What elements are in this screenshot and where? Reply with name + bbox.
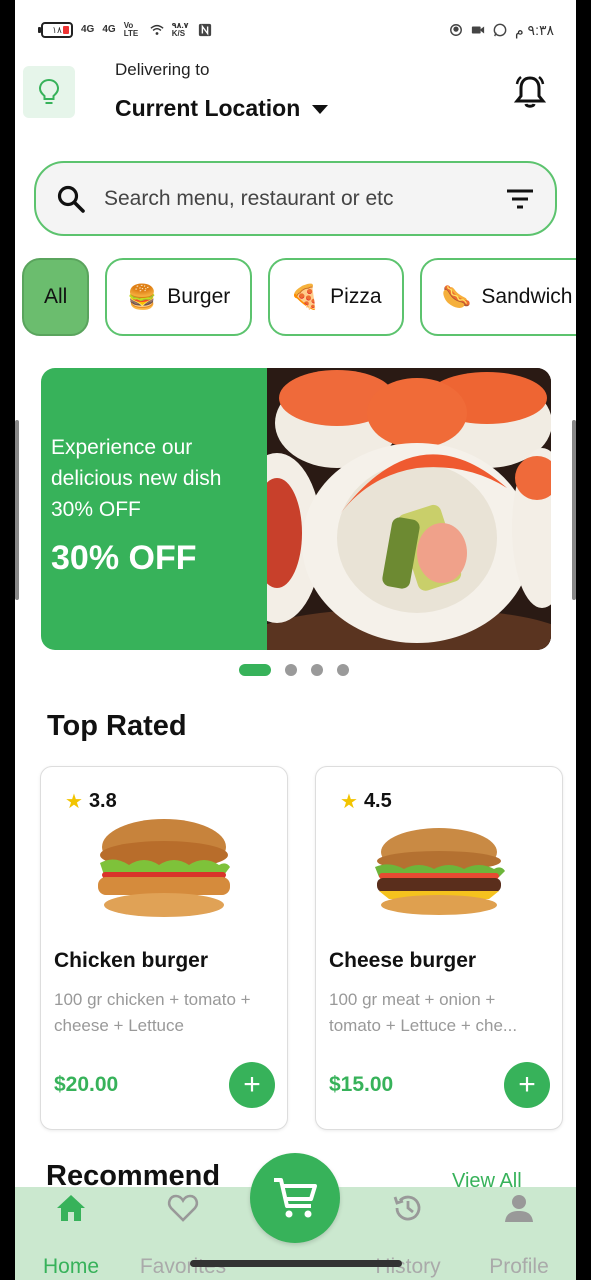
product-name: Cheese burger	[329, 949, 477, 972]
category-label: Pizza	[330, 285, 382, 308]
category-chips: All 🍔 Burger 🍕 Pizza 🌭 Sandwich	[22, 258, 576, 336]
video-icon	[471, 26, 485, 34]
sushi-image	[232, 368, 551, 650]
product-price: $20.00	[54, 1073, 119, 1096]
hotdog-icon: 🌭	[441, 283, 472, 311]
carousel-dot-active[interactable]	[239, 664, 271, 676]
nav-home[interactable]: Home	[21, 1187, 121, 1280]
product-description: 100 gr chicken + tomato + cheese + Lettu…	[54, 990, 251, 1035]
status-left: ١٨ 4G 4G Vo LTE ٩٨.٧ K/S	[38, 21, 212, 38]
volte-icon: Vo LTE	[123, 21, 139, 38]
top-rated-title: Top Rated	[47, 710, 187, 742]
home-icon	[57, 1195, 85, 1221]
battery-icon: ١٨	[38, 22, 73, 38]
signal-1-icon: 4G	[81, 24, 95, 35]
add-to-cart-button[interactable]: +	[229, 1062, 275, 1108]
carousel-indicator	[239, 664, 349, 676]
cart-button[interactable]	[250, 1153, 340, 1243]
product-description: 100 gr meat + onion + tomato + Lettuce +…	[329, 990, 518, 1035]
carousel-prev-peek	[15, 420, 19, 600]
banner-text: Experience our delicious new dish 30% OF…	[51, 436, 222, 521]
filter-icon[interactable]	[505, 187, 535, 211]
chevron-down-icon	[312, 105, 329, 114]
category-chip-burger[interactable]: 🍔 Burger	[105, 258, 253, 336]
history-icon	[393, 1195, 421, 1221]
cheese-burger-image	[375, 828, 505, 915]
whatsapp-icon	[493, 23, 507, 37]
star-icon: ★	[340, 791, 358, 813]
nav-label: History	[375, 1255, 441, 1278]
nfc-icon	[198, 23, 211, 37]
category-label: Burger	[167, 285, 231, 308]
carousel-dot[interactable]	[337, 664, 349, 676]
bell-icon[interactable]	[513, 74, 547, 110]
search-icon	[57, 185, 85, 213]
pizza-icon: 🍕	[290, 283, 321, 311]
carousel-dot[interactable]	[311, 664, 323, 676]
banner-discount: 30% OFF	[51, 539, 197, 577]
carousel-dot[interactable]	[285, 664, 297, 676]
delivering-label: Delivering to	[115, 60, 210, 79]
category-label: All	[44, 285, 68, 308]
location-selector[interactable]: Current Location	[115, 95, 329, 122]
rating-value: 4.5	[363, 790, 392, 812]
product-price: $15.00	[329, 1073, 394, 1096]
app-screen: ١٨ 4G 4G Vo LTE ٩٨.٧ K/S ٩:٣٨ م Deliveri…	[15, 0, 576, 1280]
category-chip-all[interactable]: All	[22, 258, 90, 336]
star-icon: ★	[65, 791, 83, 813]
heart-icon	[167, 1194, 199, 1222]
nav-label: Profile	[489, 1255, 549, 1278]
category-chip-pizza[interactable]: 🍕 Pizza	[268, 258, 404, 336]
add-to-cart-button[interactable]: +	[504, 1062, 550, 1108]
location-button[interactable]	[23, 66, 75, 118]
carousel-next-peek	[572, 420, 576, 600]
chicken-burger-image	[98, 819, 230, 917]
battery-level: ١٨	[52, 24, 62, 35]
search-bar	[34, 161, 557, 236]
nav-label: Favorites	[139, 1255, 227, 1278]
category-chip-sandwich[interactable]: 🌭 Sandwich	[419, 258, 576, 336]
net-speed: ٩٨.٧ K/S	[171, 21, 189, 38]
sushi-illustration	[232, 368, 551, 650]
product-card-chicken-burger[interactable]: ★ 3.8 Chicken burger 100 gr chicken + to…	[40, 766, 288, 1130]
nav-label: Home	[42, 1255, 100, 1278]
search-input[interactable]	[104, 186, 505, 211]
wifi-icon	[150, 24, 164, 35]
signal-2-icon: 4G	[102, 24, 116, 35]
person-icon	[505, 1195, 533, 1222]
promo-banner[interactable]: Experience our delicious new dish 30% OF…	[41, 368, 551, 650]
location-title: Current Location	[115, 95, 301, 121]
home-indicator[interactable]	[190, 1260, 402, 1267]
product-name: Chicken burger	[54, 949, 209, 972]
cart-icon	[274, 1178, 317, 1218]
clock: ٩:٣٨ م	[514, 21, 554, 38]
banner-text-panel: Experience our delicious new dish 30% OF…	[41, 368, 267, 650]
plus-icon: +	[243, 1068, 261, 1101]
rating: ★ 3.8	[65, 789, 117, 814]
lightbulb-icon	[38, 78, 60, 104]
nav-profile[interactable]: Profile	[469, 1187, 569, 1280]
rating-value: 3.8	[88, 790, 117, 812]
product-card-cheese-burger[interactable]: ★ 4.5 Cheese burger 100 gr meat + onion …	[315, 766, 563, 1130]
burger-icon: 🍔	[127, 283, 158, 311]
status-bar: ١٨ 4G 4G Vo LTE ٩٨.٧ K/S ٩:٣٨ م	[15, 0, 576, 60]
header: Delivering to Current Location	[15, 60, 576, 140]
status-right: ٩:٣٨ م	[449, 22, 554, 39]
plus-icon: +	[518, 1068, 536, 1101]
app-notification-icon	[450, 24, 462, 36]
category-label: Sandwich	[481, 285, 573, 308]
rating: ★ 4.5	[340, 789, 392, 814]
